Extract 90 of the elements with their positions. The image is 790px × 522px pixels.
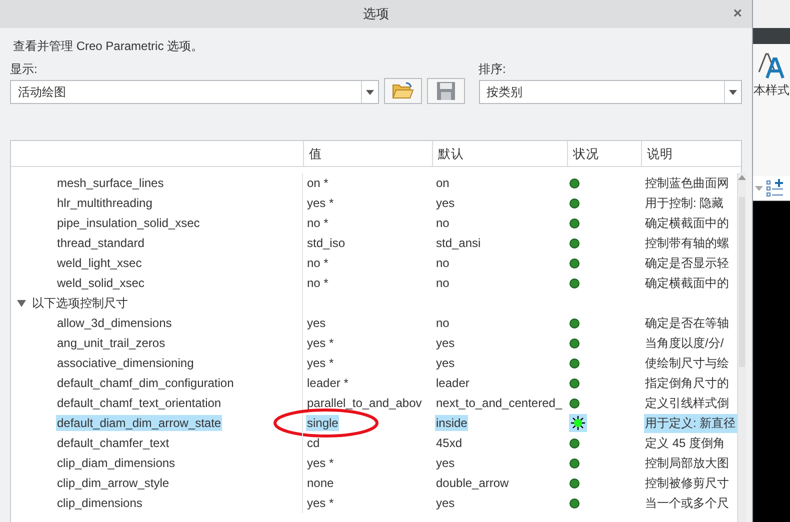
app-menu-bar <box>753 28 790 44</box>
option-value: leader * <box>306 375 350 391</box>
default-value: on <box>435 175 450 191</box>
option-description: 确定是否在等轴 <box>644 314 730 332</box>
close-button[interactable]: × <box>731 5 744 22</box>
option-value: single <box>306 415 340 431</box>
option-description: 用于定义: 新直径 <box>644 414 737 432</box>
option-value: parallel_to_and_abov <box>306 395 423 411</box>
save-icon <box>436 81 456 101</box>
default-value: yes <box>435 355 456 371</box>
dropdown-arrow-icon <box>755 186 763 191</box>
description-text: 查看并管理 Creo Parametric 选项。 <box>13 38 204 55</box>
option-name[interactable]: clip_dim_arrow_style <box>56 475 170 491</box>
option-value: yes * <box>306 335 335 351</box>
dropdown-arrow-icon[interactable] <box>729 90 737 94</box>
option-description: 定义 45 度倒角 <box>644 434 726 452</box>
option-name[interactable]: default_diam_dim_arrow_state <box>56 415 222 431</box>
window-title: 选项 <box>363 5 389 23</box>
option-name[interactable]: weld_solid_xsec <box>56 275 146 291</box>
option-value: no * <box>306 215 330 231</box>
column-header[interactable]: 状况 <box>567 141 641 166</box>
sort-dropdown[interactable]: 按类别 <box>478 80 742 104</box>
option-value: yes * <box>306 195 335 211</box>
option-description: 当一个或多个尺 <box>644 494 730 512</box>
expand-triangle-icon[interactable] <box>17 298 26 308</box>
option-name[interactable]: allow_3d_dimensions <box>56 315 173 331</box>
column-header[interactable]: 值 <box>303 141 432 166</box>
option-description: 确定横截面中的 <box>644 214 730 232</box>
option-value: no * <box>306 255 330 271</box>
option-description: 指定倒角尺寸的 <box>644 374 730 392</box>
dropdown-arrow-icon[interactable] <box>366 90 374 94</box>
default-value: no <box>435 275 450 291</box>
scroll-up-icon[interactable] <box>738 175 746 180</box>
list-icon <box>765 178 785 198</box>
option-name[interactable]: default_chamf_text_orientation <box>56 395 222 411</box>
display-dropdown[interactable]: 活动绘图 <box>10 80 379 104</box>
option-description: 定义引线样式倒 <box>644 394 730 412</box>
option-name[interactable]: thread_standard <box>56 235 146 251</box>
option-value: cd <box>306 435 321 451</box>
option-name[interactable]: hlr_multithreading <box>56 195 154 211</box>
option-description: 控制带有轴的螺 <box>644 234 730 252</box>
sort-label: 排序: <box>478 61 507 78</box>
option-value: yes * <box>306 495 335 511</box>
display-label: 显示: <box>10 61 38 78</box>
default-value: yes <box>435 195 456 211</box>
default-value: inside <box>435 415 468 431</box>
option-name[interactable]: ang_unit_trail_zeros <box>56 335 166 351</box>
default-value: 45xd <box>435 435 464 451</box>
option-name[interactable]: associative_dimensioning <box>56 355 195 371</box>
ribbon-label: 本样式 <box>754 82 790 99</box>
option-name[interactable]: mesh_surface_lines <box>56 175 165 191</box>
default-value: no <box>435 315 450 331</box>
option-name[interactable]: weld_light_xsec <box>56 255 143 271</box>
option-value: none <box>306 475 335 491</box>
option-name[interactable]: default_chamf_dim_configuration <box>56 375 235 391</box>
option-value: on * <box>306 175 330 191</box>
option-value: yes <box>306 315 327 331</box>
default-value: next_to_and_centered_ <box>435 395 564 411</box>
default-value: double_arrow <box>435 475 510 491</box>
default-value: no <box>435 255 450 271</box>
default-value: std_ansi <box>435 235 482 251</box>
option-value: std_iso <box>306 235 346 251</box>
option-name[interactable]: pipe_insulation_solid_xsec <box>56 215 201 231</box>
option-description: 确定是否显示轻 <box>644 254 730 272</box>
default-value: leader <box>435 375 470 391</box>
option-value: no * <box>306 275 330 291</box>
save-button[interactable] <box>426 78 464 104</box>
option-description: 使绘制尺寸与绘 <box>644 354 730 372</box>
option-name[interactable]: default_chamfer_text <box>56 435 170 451</box>
option-description: 控制蓝色曲面网 <box>644 174 730 192</box>
option-value: yes * <box>306 455 335 471</box>
default-value: yes <box>435 455 456 471</box>
option-description: 控制被修剪尺寸 <box>644 474 730 492</box>
option-description: 控制局部放大图 <box>644 454 730 472</box>
column-header[interactable]: 默认 <box>432 141 567 166</box>
option-description: 确定横截面中的 <box>644 274 730 292</box>
default-value: yes <box>435 335 456 351</box>
folder-icon <box>392 82 414 100</box>
group-label: 以下选项控制尺寸 <box>32 294 128 312</box>
option-description: 当角度以度/分/ <box>644 334 725 352</box>
default-value: yes <box>435 495 456 511</box>
scrollbar-thumb[interactable] <box>738 197 745 367</box>
option-name[interactable]: clip_dimensions <box>56 495 144 511</box>
open-folder-button[interactable] <box>384 78 422 104</box>
default-value: no <box>435 215 450 231</box>
column-header[interactable]: 说明 <box>641 141 741 166</box>
option-name[interactable]: clip_diam_dimensions <box>56 455 176 471</box>
scrollbar[interactable] <box>736 173 746 522</box>
option-description: 用于控制: 隐藏 <box>644 194 725 212</box>
option-value: yes * <box>306 355 335 371</box>
